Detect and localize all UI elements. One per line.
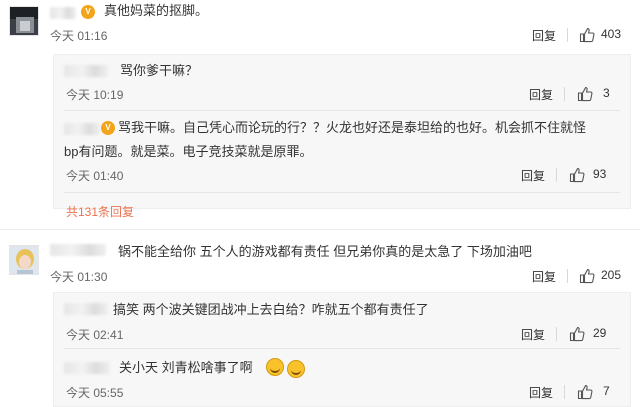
reply-text: 骂我干嘛。自己凭心而论玩的行？？火龙也好还是泰坦给的也好。机会抓不住就怪 (118, 120, 587, 135)
username-blurred[interactable] (64, 123, 100, 135)
reply-text: 骂你爹干嘛？ (120, 63, 199, 78)
reply-time: 今天 01:40 (66, 169, 124, 183)
reply-button[interactable]: 回复 (532, 268, 556, 285)
comment-time: 今天 01:16 (50, 29, 108, 43)
reply-time: 今天 05:55 (66, 386, 124, 400)
divider (556, 327, 557, 341)
reply-button[interactable]: 回复 (529, 86, 553, 103)
divider (556, 168, 557, 182)
username-blurred[interactable] (64, 303, 108, 315)
avatar[interactable] (9, 245, 39, 275)
thumbs-up-icon[interactable] (569, 167, 585, 183)
avatar-image (10, 246, 38, 274)
thumbs-up-icon[interactable] (577, 384, 593, 400)
view-all-replies-link[interactable]: 共131条回复 (66, 203, 134, 220)
comment-time: 今天 01:30 (50, 270, 108, 284)
username-blurred[interactable] (64, 65, 108, 77)
like-count: 403 (601, 27, 622, 41)
comment-text: 锅不能全给你 五个人的游戏都有责任 但兄弟你真的是太急了 下场加油吧 (118, 244, 532, 259)
thumbs-up-icon[interactable] (569, 326, 585, 342)
divider (567, 269, 568, 283)
vip-badge-icon: V (101, 121, 115, 135)
like-count: 93 (593, 167, 607, 181)
reply-button[interactable]: 回复 (521, 167, 545, 184)
reply-text-continued: bp有问题。就是菜。电子竞技菜就是原罪。 (64, 144, 313, 159)
reply-text: 关小天 刘青松啥事了啊 (119, 360, 253, 375)
reply-button[interactable]: 回复 (521, 326, 545, 343)
grin-emoji-icon (266, 358, 284, 376)
comment-separator (0, 229, 640, 230)
like-count: 29 (593, 326, 607, 340)
reply-separator (64, 192, 620, 193)
reply-time: 今天 10:19 (66, 88, 124, 102)
reply-button[interactable]: 回复 (529, 384, 553, 401)
reply-text: 搞笑 两个波关键团战冲上去白给？咋就五个都有责任了 (113, 302, 429, 317)
avatar-image (10, 7, 38, 35)
comment-text: 真他妈菜的抠脚。 (104, 3, 209, 18)
thumbs-up-icon[interactable] (579, 27, 595, 43)
username-blurred[interactable] (50, 244, 106, 256)
thumbs-up-icon[interactable] (579, 268, 595, 284)
like-count: 7 (603, 384, 610, 398)
divider (564, 87, 565, 101)
vip-badge-icon: V (81, 5, 95, 19)
username-blurred[interactable] (64, 362, 110, 374)
reply-button[interactable]: 回复 (532, 27, 556, 44)
divider (564, 385, 565, 399)
thumbs-up-icon[interactable] (577, 86, 593, 102)
reply-separator (64, 110, 620, 111)
like-count: 205 (601, 268, 622, 282)
avatar[interactable] (9, 6, 39, 36)
reply-time: 今天 02:41 (66, 328, 124, 342)
divider (567, 28, 568, 42)
grin-emoji-icon (287, 360, 305, 378)
username-blurred[interactable] (50, 7, 76, 19)
like-count: 3 (603, 86, 610, 100)
reply-separator (64, 348, 620, 349)
